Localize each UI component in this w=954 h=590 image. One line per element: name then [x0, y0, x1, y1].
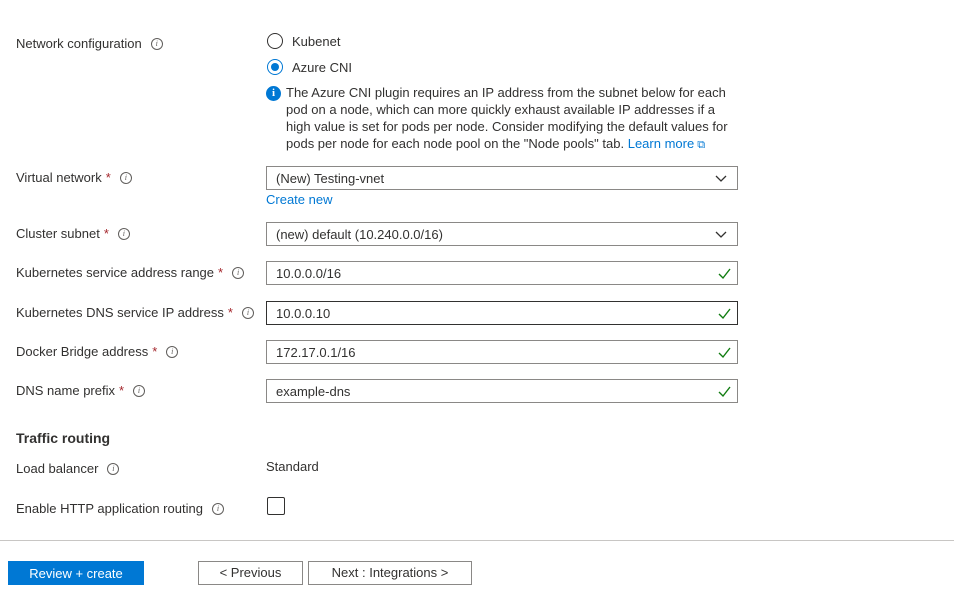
- info-icon[interactable]: i: [211, 503, 224, 515]
- info-icon[interactable]: i: [150, 38, 163, 50]
- chevron-down-icon: [715, 231, 727, 238]
- external-link-icon: ⧉: [697, 139, 706, 151]
- info-icon[interactable]: i: [117, 228, 130, 240]
- cluster-subnet-label: Cluster subnet * i: [16, 224, 130, 244]
- info-icon[interactable]: i: [107, 463, 120, 475]
- virtual-network-select[interactable]: (New) Testing-vnet: [266, 166, 738, 190]
- dns-service-ip-label: Kubernetes DNS service IP address * i: [16, 303, 254, 323]
- required-asterisk: *: [218, 265, 224, 280]
- info-icon[interactable]: i: [133, 385, 146, 397]
- required-asterisk: *: [118, 383, 125, 398]
- radio-button-azure-cni[interactable]: [267, 59, 283, 75]
- radio-button-kubenet[interactable]: [267, 33, 283, 49]
- info-filled-icon: i: [266, 86, 281, 101]
- dns-name-prefix-label: DNS name prefix * i: [16, 381, 146, 401]
- create-new-link[interactable]: Create new: [266, 192, 332, 207]
- checkmark-icon: [718, 386, 731, 398]
- docker-bridge-input[interactable]: 172.17.0.1/16: [266, 340, 738, 364]
- chevron-down-icon: [715, 175, 727, 182]
- dns-service-ip-input[interactable]: 10.0.0.10: [266, 301, 738, 325]
- virtual-network-label: Virtual network * i: [16, 168, 132, 188]
- learn-more-link[interactable]: Learn more: [628, 136, 694, 151]
- dns-name-prefix-input[interactable]: example-dns: [266, 379, 738, 403]
- docker-bridge-label: Docker Bridge address * i: [16, 342, 179, 362]
- next-integrations-button[interactable]: Next : Integrations >: [308, 561, 472, 585]
- load-balancer-value: Standard: [266, 459, 319, 474]
- info-icon[interactable]: i: [241, 307, 254, 319]
- load-balancer-label: Load balancer i: [16, 459, 120, 479]
- http-routing-label: Enable HTTP application routing i: [16, 499, 224, 519]
- checkmark-icon: [718, 268, 731, 280]
- review-create-button[interactable]: Review + create: [8, 561, 144, 585]
- info-icon[interactable]: i: [119, 172, 132, 184]
- radio-kubenet[interactable]: Kubenet: [267, 31, 340, 51]
- required-asterisk: *: [103, 226, 109, 241]
- service-address-range-label: Kubernetes service address range * i: [16, 263, 245, 283]
- info-icon[interactable]: i: [166, 346, 179, 358]
- required-asterisk: *: [227, 305, 233, 320]
- service-address-range-input[interactable]: 10.0.0.0/16: [266, 261, 738, 285]
- checkmark-icon: [718, 347, 731, 359]
- info-icon[interactable]: i: [232, 267, 245, 279]
- http-routing-checkbox[interactable]: [267, 497, 285, 515]
- checkmark-icon: [718, 308, 731, 320]
- radio-azure-cni[interactable]: Azure CNI: [267, 57, 352, 77]
- traffic-routing-heading: Traffic routing: [16, 430, 111, 446]
- required-asterisk: *: [105, 170, 111, 185]
- previous-button[interactable]: < Previous: [198, 561, 303, 585]
- network-configuration-label: Network configuration i: [16, 34, 163, 54]
- cluster-subnet-select[interactable]: (new) default (10.240.0.0/16): [266, 222, 738, 246]
- footer-divider: [0, 540, 954, 541]
- required-asterisk: *: [152, 344, 158, 359]
- azure-cni-info-message: i The Azure CNI plugin requires an IP ad…: [266, 84, 746, 154]
